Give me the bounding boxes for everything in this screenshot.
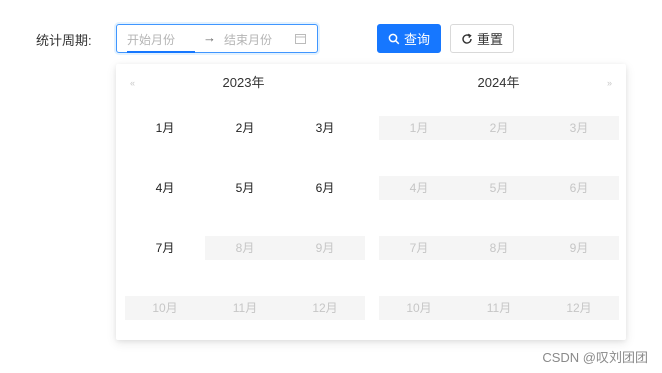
month-cell[interactable]: 2月 [205, 116, 285, 140]
month-cell-disabled: 5月 [459, 176, 539, 200]
double-right-icon[interactable]: » [607, 78, 612, 88]
query-button-label: 查询 [403, 32, 430, 47]
left-year-panel: « 2023年 1月 2月 3月 4月 5月 6月 7月 8月 9月 10月 1… [116, 64, 371, 340]
month-cell[interactable]: 7月 [125, 236, 205, 260]
month-cell-disabled: 12月 [539, 296, 619, 320]
month-cell-disabled: 11月 [205, 296, 285, 320]
month-cell-disabled: 4月 [379, 176, 459, 200]
end-month-input[interactable]: 结束月份 [224, 31, 272, 48]
month-cell-disabled: 8月 [459, 236, 539, 260]
month-cell-disabled: 3月 [539, 116, 619, 140]
month-cell[interactable]: 6月 [285, 176, 365, 200]
month-cell[interactable]: 3月 [285, 116, 365, 140]
month-cell-disabled: 8月 [205, 236, 285, 260]
month-cell-disabled: 10月 [379, 296, 459, 320]
start-month-input[interactable]: 开始月份 [127, 31, 193, 48]
month-cell-disabled: 9月 [539, 236, 619, 260]
left-month-grid: 1月 2月 3月 4月 5月 6月 7月 8月 9月 10月 11月 12月 [125, 116, 365, 356]
month-cell-disabled: 1月 [379, 116, 459, 140]
right-year-panel: 2024年 » 1月 2月 3月 4月 5月 6月 7月 8月 9月 10月 1… [371, 64, 626, 340]
month-cell-disabled: 2月 [459, 116, 539, 140]
active-input-indicator [127, 51, 195, 53]
watermark: CSDN @叹刘团团 [542, 350, 648, 365]
month-cell-disabled: 7月 [379, 236, 459, 260]
query-button[interactable]: 查询 [377, 24, 441, 53]
left-year-title[interactable]: 2023年 [116, 72, 371, 92]
reset-button-label: 重置 [476, 32, 503, 47]
month-cell[interactable]: 5月 [205, 176, 285, 200]
month-cell-disabled: 6月 [539, 176, 619, 200]
month-cell-disabled: 9月 [285, 236, 365, 260]
calendar-icon[interactable] [295, 33, 306, 44]
period-label: 统计周期: [36, 33, 92, 48]
search-icon [388, 33, 400, 44]
range-separator: → [203, 30, 216, 45]
month-range-dropdown: « 2023年 1月 2月 3月 4月 5月 6月 7月 8月 9月 10月 1… [116, 64, 626, 340]
reload-icon [462, 33, 472, 44]
month-range-picker[interactable]: 开始月份 → 结束月份 [116, 24, 318, 53]
right-year-title[interactable]: 2024年 [371, 72, 626, 92]
month-cell-disabled: 10月 [125, 296, 205, 320]
month-cell[interactable]: 1月 [125, 116, 205, 140]
month-cell-disabled: 12月 [285, 296, 365, 320]
reset-button[interactable]: 重置 [450, 24, 514, 53]
month-cell-disabled: 11月 [459, 296, 539, 320]
month-cell[interactable]: 4月 [125, 176, 205, 200]
right-month-grid: 1月 2月 3月 4月 5月 6月 7月 8月 9月 10月 11月 12月 [379, 116, 619, 356]
